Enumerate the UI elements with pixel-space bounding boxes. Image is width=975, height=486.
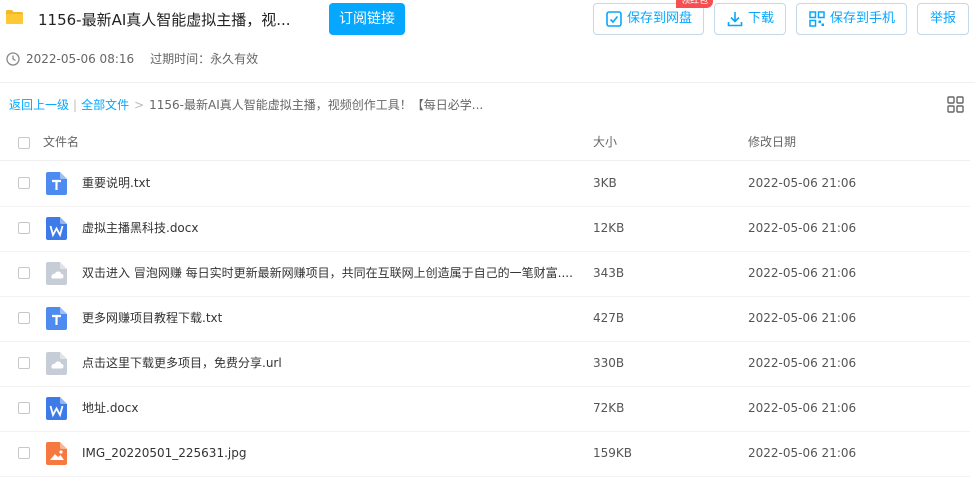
file-size: 330B <box>593 356 625 370</box>
subscribe-link-button[interactable]: 订阅链接 <box>329 3 405 35</box>
file-date: 2022-05-06 21:06 <box>748 311 857 325</box>
file-checkbox[interactable] <box>18 312 30 324</box>
cloud-file-icon <box>46 352 67 375</box>
save-netdisk-icon <box>606 11 622 27</box>
divider <box>0 82 975 83</box>
file-checkbox[interactable] <box>18 402 30 414</box>
file-checkbox[interactable] <box>18 222 30 234</box>
file-size: 12KB <box>593 221 625 235</box>
txt-icon <box>46 307 67 330</box>
grid-view-icon[interactable] <box>947 96 964 113</box>
file-name[interactable]: 更多网赚项目教程下载.txt <box>82 296 222 341</box>
breadcrumb-separator: | <box>73 97 78 112</box>
column-date[interactable]: 修改日期 <box>748 128 796 156</box>
column-size[interactable]: 大小 <box>593 128 617 156</box>
select-all-checkbox[interactable] <box>18 137 30 149</box>
qr-code-icon <box>809 11 825 27</box>
docx-icon <box>46 217 67 240</box>
save-to-phone-label: 保存到手机 <box>829 11 895 26</box>
download-label: 下载 <box>747 11 774 26</box>
file-date: 2022-05-06 21:06 <box>748 356 857 370</box>
save-to-phone-button[interactable]: 保存到手机 <box>796 3 907 35</box>
file-list-header: 文件名 大小 修改日期 <box>0 128 970 161</box>
breadcrumb-current: 1156-最新AI真人智能虚拟主播，视频创作工具！【每日必学... <box>149 98 484 112</box>
breadcrumb-arrow: > <box>134 97 145 112</box>
file-date: 2022-05-06 21:06 <box>748 446 857 460</box>
expire-time: 过期时间：永久有效 <box>150 52 259 66</box>
file-date: 2022-05-06 21:06 <box>748 176 857 190</box>
file-checkbox[interactable] <box>18 177 30 189</box>
txt-icon <box>46 172 67 195</box>
clock-icon <box>6 51 20 66</box>
file-row[interactable]: 点击这里下载更多项目，免费分享.url 330B 2022-05-06 21:06 <box>0 341 970 387</box>
file-row[interactable]: 地址.docx 72KB 2022-05-06 21:06 <box>0 386 970 432</box>
file-date: 2022-05-06 21:06 <box>748 266 857 280</box>
file-name[interactable]: 地址.docx <box>82 386 138 431</box>
column-name[interactable]: 文件名 <box>43 128 79 156</box>
back-link[interactable]: 返回上一级 <box>9 96 69 113</box>
report-button[interactable]: 举报 <box>917 3 969 35</box>
file-size: 343B <box>593 266 625 280</box>
file-checkbox[interactable] <box>18 447 30 459</box>
cloud-file-icon <box>46 262 67 285</box>
file-size: 3KB <box>593 176 617 190</box>
file-row[interactable]: 重要说明.txt 3KB 2022-05-06 21:06 <box>0 161 970 207</box>
file-name[interactable]: 双击进入 冒泡网赚 每日实时更新最新网赚项目，共同在互联网上创造属于自己的一笔财… <box>82 251 573 296</box>
download-button[interactable]: 下载 <box>714 3 786 35</box>
file-name[interactable]: 重要说明.txt <box>82 161 150 206</box>
file-date: 2022-05-06 21:06 <box>748 221 857 235</box>
file-checkbox[interactable] <box>18 267 30 279</box>
file-row[interactable]: 双击进入 冒泡网赚 每日实时更新最新网赚项目，共同在互联网上创造属于自己的一笔财… <box>0 251 970 297</box>
breadcrumb: 返回上一级 | 全部文件 > 1156-最新AI真人智能虚拟主播，视频创作工具！… <box>9 96 483 113</box>
red-packet-badge[interactable]: 领红包 <box>676 0 714 8</box>
file-name[interactable]: IMG_20220501_225631.jpg <box>82 431 246 476</box>
file-size: 159KB <box>593 446 633 460</box>
file-size: 427B <box>593 311 625 325</box>
file-row[interactable]: 更多网赚项目教程下载.txt 427B 2022-05-06 21:06 <box>0 296 970 342</box>
file-row[interactable]: IMG_20220501_225631.jpg 159KB 2022-05-06 2… <box>0 431 970 477</box>
file-name[interactable]: 虚拟主播黑科技.docx <box>82 206 198 251</box>
top-bar: 1156-最新AI真人智能虚拟主播，视... 订阅链接 保存到网盘 领红包 下载… <box>0 0 975 40</box>
page-title: 1156-最新AI真人智能虚拟主播，视... <box>38 11 291 29</box>
file-checkbox[interactable] <box>18 357 30 369</box>
file-size: 72KB <box>593 401 625 415</box>
folder-icon <box>6 10 23 24</box>
download-icon <box>727 12 743 27</box>
docx-icon <box>46 397 67 420</box>
share-meta: 2022-05-06 08:16 过期时间：永久有效 <box>6 50 258 67</box>
file-row[interactable]: 虚拟主播黑科技.docx 12KB 2022-05-06 21:06 <box>0 206 970 252</box>
file-date: 2022-05-06 21:06 <box>748 401 857 415</box>
report-label: 举报 <box>929 11 956 26</box>
all-files-link[interactable]: 全部文件 <box>81 96 129 113</box>
share-time: 2022-05-06 08:16 <box>26 51 135 66</box>
file-name[interactable]: 点击这里下载更多项目，免费分享.url <box>82 341 282 386</box>
image-icon <box>46 442 67 465</box>
